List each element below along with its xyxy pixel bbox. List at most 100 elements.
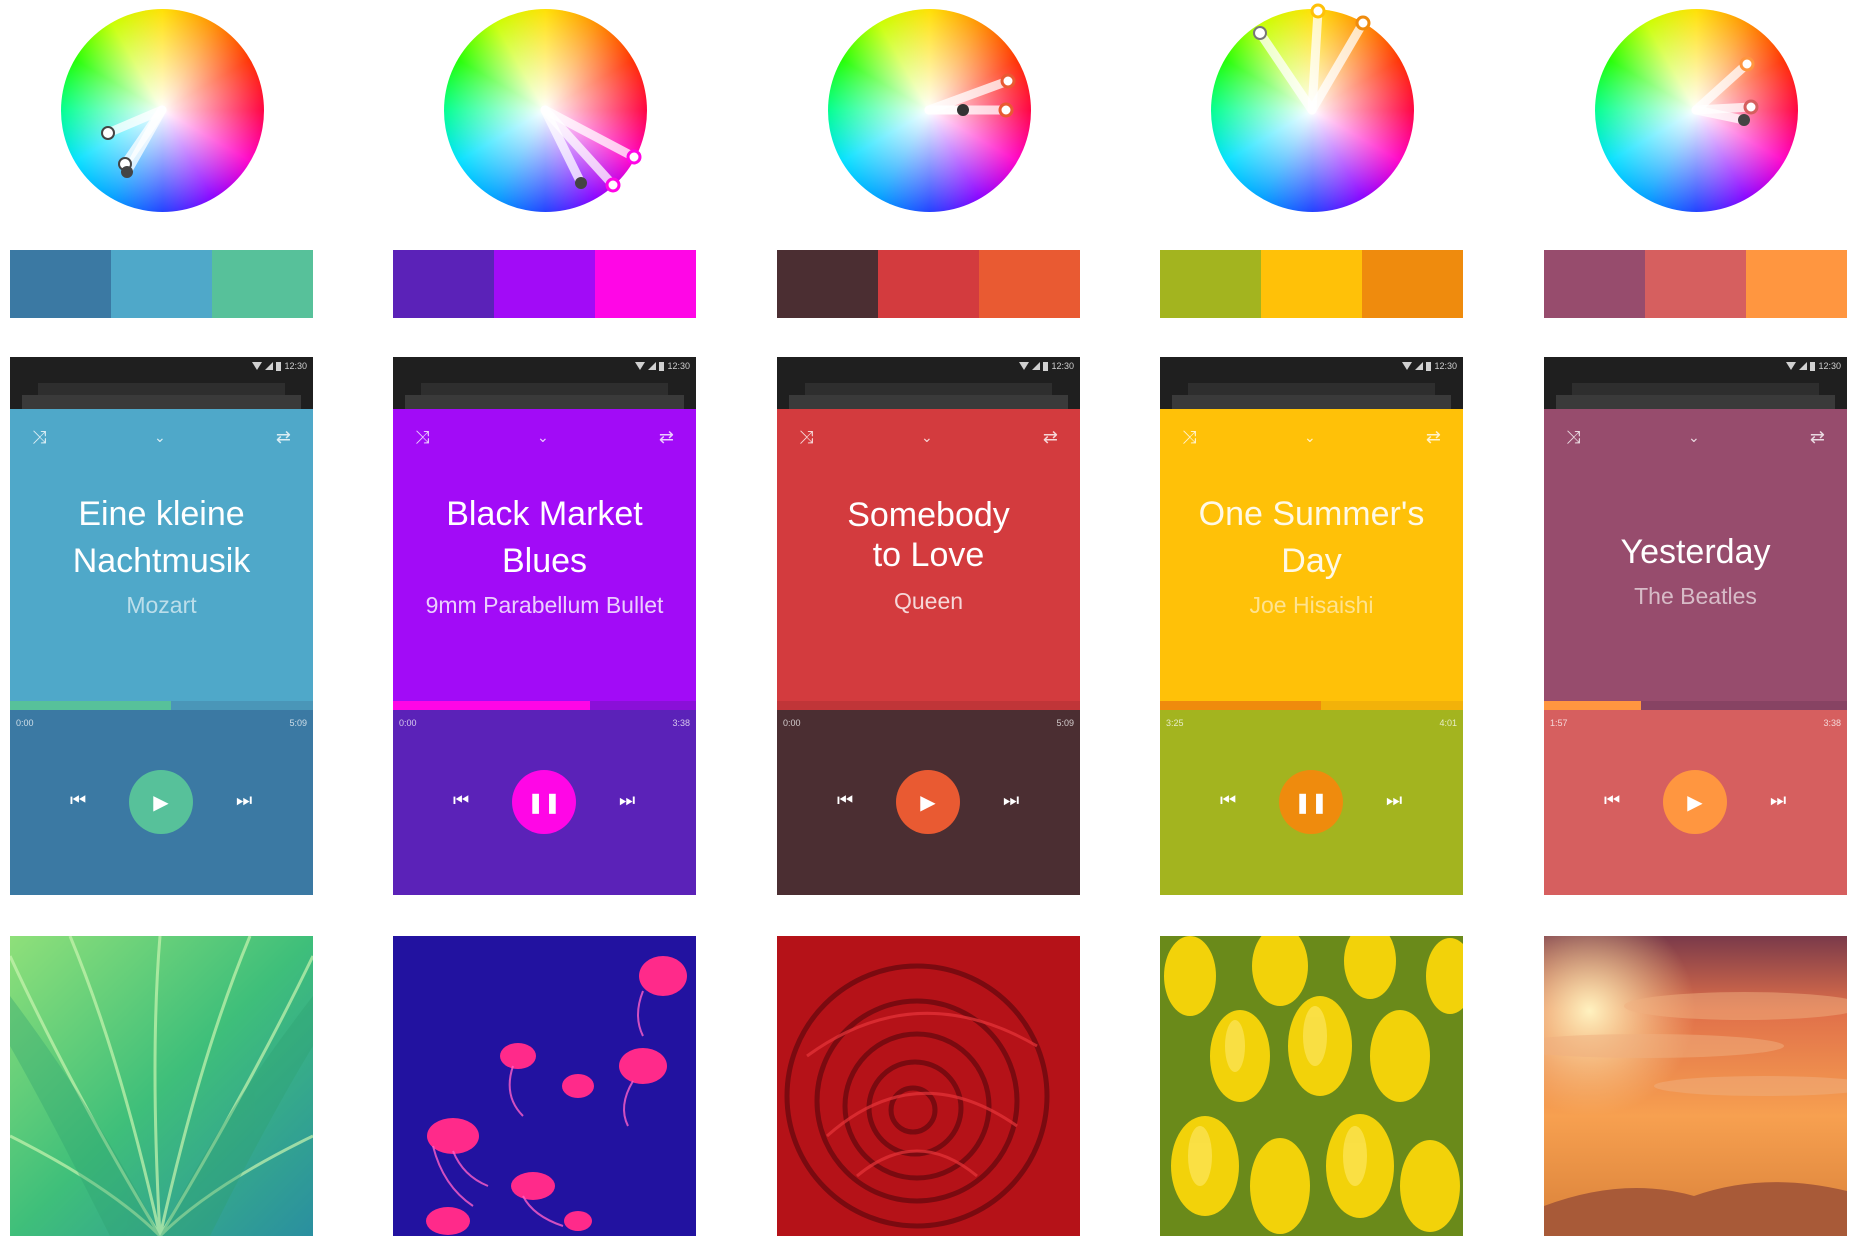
progress-bar[interactable] (10, 701, 313, 710)
play-icon: ▶ (153, 791, 169, 814)
progress-fill (1160, 701, 1321, 710)
album-photo-red-rose (777, 936, 1080, 1236)
color-wheel-markers (924, 73, 1016, 118)
skip-next-icon[interactable]: ⏭ (236, 790, 252, 811)
skip-next-icon[interactable]: ⏭ (1770, 790, 1786, 811)
color-palette (1544, 250, 1847, 318)
progress-bar[interactable] (777, 701, 1080, 710)
pause-button[interactable]: ❚❚ (1279, 770, 1343, 834)
theme-column-5: 12:30 ⤨ ⌄ ⇄ Yesterday The Beatles 1:57 3… (1544, 0, 1847, 1236)
palette-swatch (595, 250, 696, 318)
shuffle-icon[interactable]: ⤨ (1182, 428, 1196, 446)
skip-next-icon[interactable]: ⏭ (1386, 790, 1402, 811)
color-wheel-markers (1253, 3, 1371, 115)
playback-controls: 0:00 5:09 ⏮ ▶ ⏭ (777, 710, 1080, 895)
theme-column-2: 12:30 ⤨ ⌄ ⇄ Black Market Blues 9mm Parab… (393, 0, 696, 1236)
palette-swatch (777, 250, 878, 318)
palette-swatch (393, 250, 494, 318)
skip-next-icon[interactable]: ⏭ (1003, 790, 1019, 811)
song-title: Eine kleine Nachtmusik (72, 495, 251, 580)
playback-controls: 0:00 5:09 ⏮ ▶ ⏭ (10, 710, 313, 895)
palette-swatch (1746, 250, 1847, 318)
shuffle-icon[interactable]: ⤨ (32, 428, 46, 446)
song-title: Black Market Blues (446, 495, 643, 580)
shuffle-icon[interactable]: ⤨ (799, 428, 813, 446)
palette-swatch (1362, 250, 1463, 318)
status-time: 12:30 (1051, 361, 1074, 371)
skip-next-icon[interactable]: ⏭ (619, 790, 635, 811)
palette-swatch (878, 250, 979, 318)
palette-swatch (1261, 250, 1362, 318)
play-button[interactable]: ▶ (896, 770, 960, 834)
chevron-down-icon[interactable]: ⌄ (1688, 428, 1700, 446)
playback-controls: 0:00 3:38 ⏮ ❚❚ ⏭ (393, 710, 696, 895)
pause-button[interactable]: ❚❚ (512, 770, 576, 834)
progress-fill (1544, 701, 1641, 710)
play-icon: ▶ (1687, 791, 1703, 814)
artist-name: Queen (893, 588, 964, 614)
signal-icon (265, 362, 274, 370)
repeat-icon[interactable]: ⇄ (659, 428, 674, 446)
phone-mockup: 12:30 ⤨ ⌄ ⇄ One Summer's Day Joe Hisaish… (1160, 357, 1463, 895)
shuffle-icon[interactable]: ⤨ (1566, 428, 1580, 446)
play-icon: ▶ (920, 791, 936, 814)
playback-controls: 3:25 4:01 ⏮ ❚❚ ⏭ (1160, 710, 1463, 895)
wifi-icon (1786, 362, 1797, 370)
skip-previous-icon[interactable]: ⏮ (70, 790, 86, 811)
progress-bar[interactable] (393, 701, 696, 710)
now-playing-header: ⤨ ⌄ ⇄ Somebody to Love Queen (777, 409, 1080, 711)
album-photo-yellow-tulips (1160, 936, 1463, 1236)
repeat-icon[interactable]: ⇄ (1810, 428, 1825, 446)
color-wheel (1595, 9, 1798, 212)
now-playing-header: ⤨ ⌄ ⇄ Yesterday The Beatles (1544, 409, 1847, 711)
color-wheel (828, 9, 1031, 212)
repeat-icon[interactable]: ⇄ (276, 428, 291, 446)
shuffle-icon[interactable]: ⤨ (415, 428, 429, 446)
color-palette (10, 250, 313, 318)
color-wheel-markers (1691, 56, 1759, 126)
play-button[interactable]: ▶ (129, 770, 193, 834)
pause-icon: ❚❚ (527, 791, 561, 814)
skip-previous-icon[interactable]: ⏮ (837, 790, 853, 811)
progress-fill (10, 701, 171, 710)
status-bar: 12:30 (393, 357, 696, 409)
wifi-icon (635, 362, 646, 370)
signal-icon (1415, 362, 1424, 370)
time-elapsed: 0:00 (399, 718, 417, 728)
progress-bar[interactable] (1544, 701, 1847, 710)
repeat-icon[interactable]: ⇄ (1043, 428, 1058, 446)
color-wheel (444, 9, 647, 212)
repeat-icon[interactable]: ⇄ (1426, 428, 1441, 446)
skip-previous-icon[interactable]: ⏮ (1220, 790, 1236, 811)
color-palette (393, 250, 696, 318)
phone-mockup: 12:30 ⤨ ⌄ ⇄ Yesterday The Beatles 1:57 3… (1544, 357, 1847, 895)
status-bar: 12:30 (10, 357, 313, 409)
palette-swatch (1160, 250, 1261, 318)
palette-swatch (10, 250, 111, 318)
battery-icon (1810, 361, 1816, 371)
signal-icon (648, 362, 657, 370)
time-elapsed: 3:25 (1166, 718, 1184, 728)
battery-icon (659, 361, 665, 371)
song-title: Yesterday (1620, 533, 1771, 571)
skip-previous-icon[interactable]: ⏮ (453, 790, 469, 811)
song-title: One Summer's Day (1198, 495, 1425, 580)
time-total: 5:09 (289, 718, 307, 728)
now-playing-header: ⤨ ⌄ ⇄ Black Market Blues 9mm Parabellum … (393, 409, 696, 711)
skip-previous-icon[interactable]: ⏮ (1604, 790, 1620, 811)
time-total: 5:09 (1056, 718, 1074, 728)
status-bar: 12:30 (1160, 357, 1463, 409)
chevron-down-icon[interactable]: ⌄ (154, 428, 166, 446)
color-wheel-markers (101, 105, 167, 178)
phone-mockup: 12:30 ⤨ ⌄ ⇄ Black Market Blues 9mm Parab… (393, 357, 696, 895)
color-palette (1160, 250, 1463, 318)
chevron-down-icon[interactable]: ⌄ (1304, 428, 1316, 446)
chevron-down-icon[interactable]: ⌄ (537, 428, 549, 446)
time-elapsed: 1:57 (1550, 718, 1568, 728)
time-total: 3:38 (1823, 718, 1841, 728)
phone-mockup: 12:30 ⤨ ⌄ ⇄ Eine kleine Nachtmusik Mozar… (10, 357, 313, 895)
palette-swatch (979, 250, 1080, 318)
progress-bar[interactable] (1160, 701, 1463, 710)
play-button[interactable]: ▶ (1663, 770, 1727, 834)
chevron-down-icon[interactable]: ⌄ (921, 428, 933, 446)
